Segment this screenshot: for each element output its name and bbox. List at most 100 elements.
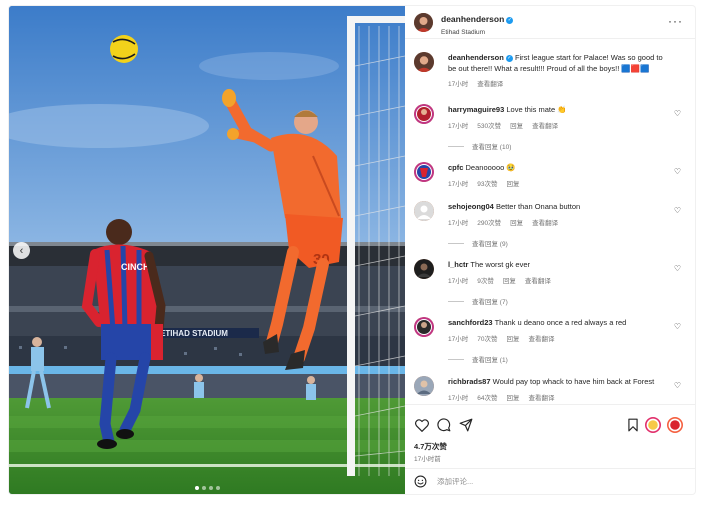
avatar[interactable] bbox=[414, 201, 434, 221]
comment-likes[interactable]: 9次赞 bbox=[477, 275, 494, 285]
post-time[interactable]: 17小时前 bbox=[414, 453, 441, 463]
avatar[interactable] bbox=[414, 317, 434, 337]
avatar[interactable] bbox=[414, 162, 434, 182]
comment-username[interactable]: sanchford23 bbox=[448, 318, 493, 327]
reply-button[interactable]: 回复 bbox=[510, 120, 523, 130]
comment-button[interactable] bbox=[436, 417, 452, 433]
post-location[interactable]: Etihad Stadium bbox=[441, 29, 513, 36]
comment-time[interactable]: 17小时 bbox=[448, 392, 468, 402]
heart-icon: ♡ bbox=[673, 264, 681, 273]
comment-text: Would pay top whack to have him back at … bbox=[492, 377, 655, 386]
heart-icon: ♡ bbox=[673, 109, 681, 118]
comment-text: The worst gk ever bbox=[470, 260, 530, 269]
comment-username[interactable]: l_hctr bbox=[448, 260, 468, 269]
stadium-sign-text: ETIHAD STADIUM bbox=[160, 329, 228, 338]
comment-like-button[interactable]: ♡ bbox=[674, 322, 681, 331]
comment-like-button[interactable]: ♡ bbox=[674, 167, 681, 176]
chevron-left-icon: ‹ bbox=[19, 244, 24, 257]
likes-count[interactable]: 4.7万次赞 bbox=[414, 441, 447, 452]
comment-username[interactable]: richbrads87 bbox=[448, 377, 491, 386]
comment-time[interactable]: 17小时 bbox=[448, 217, 468, 227]
comment-like-button[interactable]: ♡ bbox=[674, 381, 681, 390]
carousel-dot bbox=[208, 486, 213, 490]
like-button[interactable] bbox=[414, 417, 430, 433]
heart-icon: ♡ bbox=[673, 206, 681, 215]
carousel-dot bbox=[194, 486, 199, 490]
comment-like-button[interactable]: ♡ bbox=[674, 206, 681, 215]
header-username[interactable]: deanhenderson bbox=[441, 14, 504, 24]
comment-time[interactable]: 17小时 bbox=[448, 120, 468, 130]
view-replies-button[interactable]: 查看回复 (10) bbox=[448, 141, 511, 151]
comment-time[interactable]: 17小时 bbox=[448, 178, 468, 188]
comment-time[interactable]: 17小时 bbox=[448, 333, 468, 343]
caption-username[interactable]: deanhenderson bbox=[448, 53, 504, 62]
comment-username[interactable]: cpfc bbox=[448, 163, 463, 172]
story-ring-icon bbox=[645, 417, 661, 433]
carousel-dot bbox=[201, 486, 206, 490]
verified-badge-icon: ✓ bbox=[505, 55, 513, 62]
caption-time[interactable]: 17小时 bbox=[448, 78, 468, 88]
emoji-button[interactable] bbox=[414, 475, 427, 488]
view-replies-button[interactable]: 查看回复 (7) bbox=[448, 296, 508, 306]
comment-text: Thank u deano once a red always a red bbox=[494, 318, 627, 327]
emoji-icon bbox=[414, 475, 427, 488]
comment-likes[interactable]: 64次赞 bbox=[477, 392, 497, 402]
comment-like-button[interactable]: ♡ bbox=[674, 109, 681, 118]
comment-like-button[interactable]: ♡ bbox=[674, 264, 681, 273]
heart-icon: ♡ bbox=[673, 381, 681, 390]
carousel-dot bbox=[215, 486, 220, 490]
post-photo[interactable]: ETIHAD STADIUM 30 CINCH ‹ bbox=[9, 6, 405, 494]
comment-likes[interactable]: 70次赞 bbox=[477, 333, 497, 343]
comment-likes[interactable]: 530次赞 bbox=[477, 120, 501, 130]
translate-link[interactable]: 查看翻译 bbox=[532, 217, 558, 227]
comment-text: Love this mate 👏 bbox=[506, 105, 567, 114]
translate-link[interactable]: 查看翻译 bbox=[528, 392, 554, 402]
shirt-sponsor: CINCH bbox=[121, 262, 150, 272]
verified-badge-icon: ✓ bbox=[506, 16, 514, 24]
more-horizontal-icon: ··· bbox=[668, 14, 683, 28]
view-replies-button[interactable]: 查看回复 (1) bbox=[448, 354, 508, 364]
comment-text: Better than Onana button bbox=[495, 202, 581, 211]
story-ring-icon bbox=[667, 417, 683, 433]
translate-link[interactable]: 查看翻译 bbox=[532, 120, 558, 130]
comment-input[interactable] bbox=[437, 477, 657, 486]
comment-likes[interactable]: 290次赞 bbox=[477, 217, 501, 227]
post-dialog: ETIHAD STADIUM 30 CINCH ‹ deanhenderson … bbox=[9, 6, 695, 494]
heart-icon: ♡ bbox=[673, 322, 681, 331]
comment-likes[interactable]: 93次赞 bbox=[477, 178, 497, 188]
reply-button[interactable]: 回复 bbox=[506, 333, 519, 343]
profile-ring-button[interactable] bbox=[667, 417, 683, 433]
send-icon bbox=[459, 418, 473, 432]
avatar[interactable] bbox=[414, 376, 434, 396]
post-side-panel: deanhenderson ✓ Etihad Stadium ··· deanhe… bbox=[405, 6, 695, 494]
reply-button[interactable]: 回复 bbox=[503, 275, 516, 285]
comment-icon bbox=[437, 418, 451, 432]
translate-link[interactable]: 查看翻译 bbox=[477, 78, 503, 88]
translate-link[interactable]: 查看翻译 bbox=[525, 275, 551, 285]
comment-username[interactable]: harrymaguire93 bbox=[448, 105, 504, 114]
reply-button[interactable]: 回复 bbox=[510, 217, 523, 227]
more-options-button[interactable]: ··· bbox=[668, 14, 683, 28]
avatar[interactable] bbox=[414, 52, 434, 72]
collab-avatar-button[interactable] bbox=[645, 417, 661, 433]
view-replies-button[interactable]: 查看回复 (9) bbox=[448, 238, 508, 248]
share-button[interactable] bbox=[458, 417, 474, 433]
carousel-dots bbox=[9, 486, 405, 490]
avatar[interactable] bbox=[414, 104, 434, 124]
avatar[interactable] bbox=[414, 12, 433, 32]
bookmark-icon bbox=[628, 418, 638, 432]
comments-list[interactable]: deanhenderson ✓ First league start for Pa… bbox=[405, 46, 695, 404]
goalkeeper-save-photo: ETIHAD STADIUM 30 CINCH bbox=[9, 6, 405, 494]
carousel-prev-button[interactable]: ‹ bbox=[13, 242, 30, 259]
reply-button[interactable]: 回复 bbox=[506, 178, 519, 188]
comment-time[interactable]: 17小时 bbox=[448, 275, 468, 285]
save-button[interactable] bbox=[625, 417, 641, 433]
translate-link[interactable]: 查看翻译 bbox=[528, 333, 554, 343]
heart-icon bbox=[415, 418, 429, 432]
comment-username[interactable]: sehojeong04 bbox=[448, 202, 494, 211]
avatar[interactable] bbox=[414, 259, 434, 279]
post-header: deanhenderson ✓ Etihad Stadium ··· bbox=[405, 6, 695, 39]
post-actions: 4.7万次赞 17小时前 bbox=[405, 404, 695, 468]
add-comment-bar bbox=[405, 468, 695, 494]
reply-button[interactable]: 回复 bbox=[506, 392, 519, 402]
